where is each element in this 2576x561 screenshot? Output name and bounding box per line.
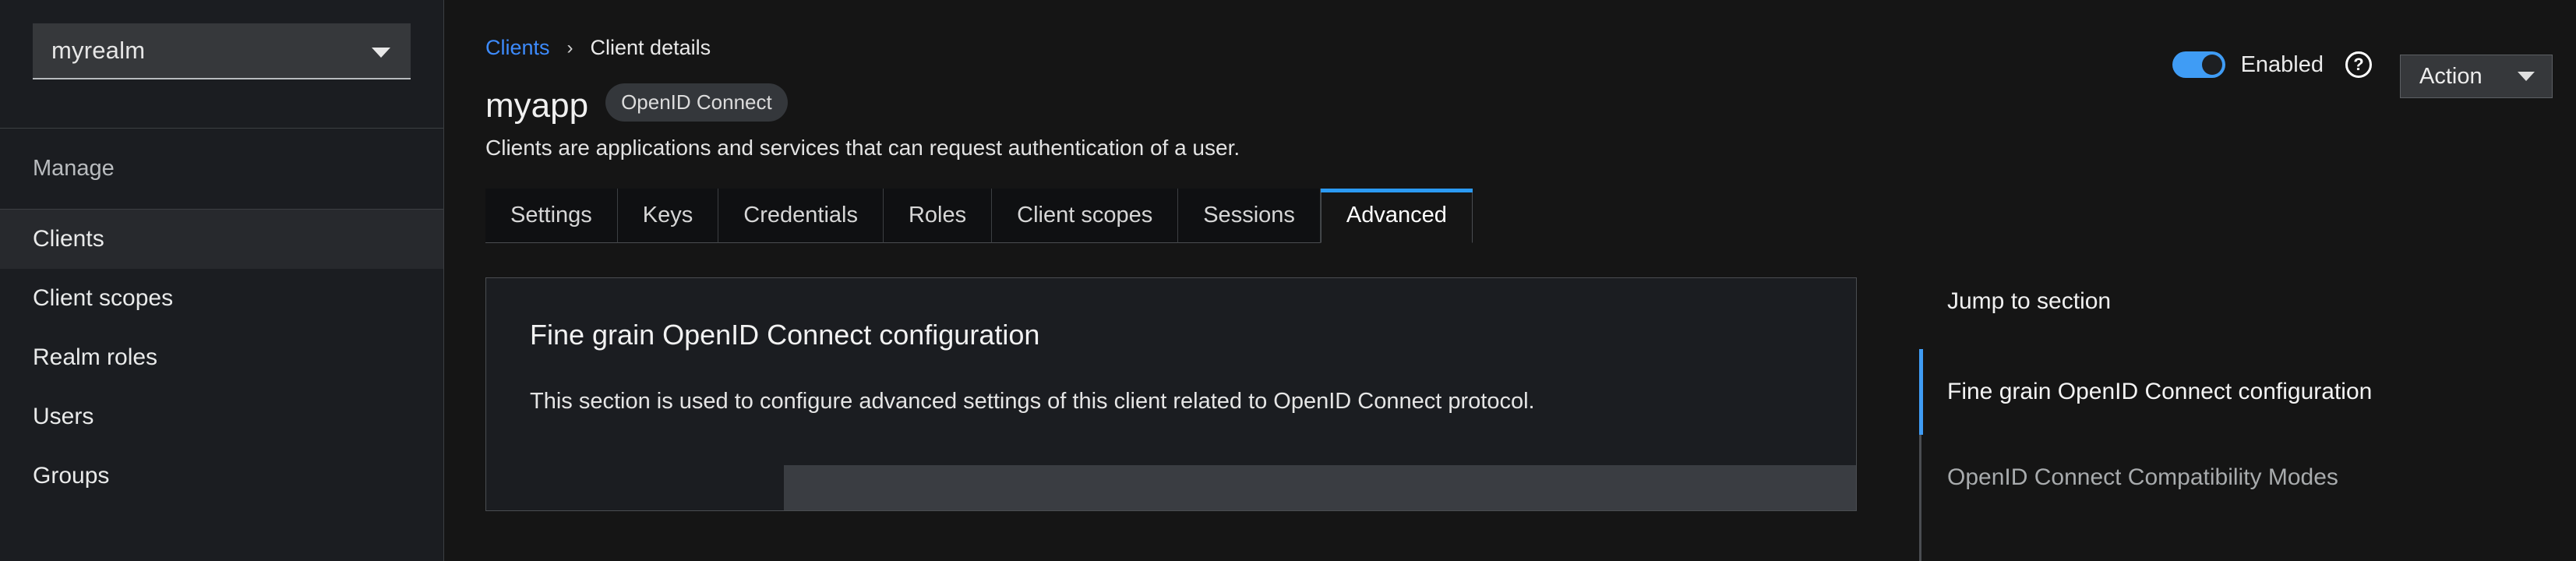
sidebar-item-label: Clients (33, 226, 104, 252)
card-description: This section is used to configure advanc… (530, 389, 1812, 415)
tab-roles[interactable]: Roles (884, 189, 992, 243)
realm-selector[interactable]: myrealm (33, 23, 411, 79)
breadcrumb-current: Client details (591, 36, 711, 60)
sidebar-item-realm-roles[interactable]: Realm roles (0, 328, 443, 387)
sidebar-item-users[interactable]: Users (0, 387, 443, 446)
sidebar-nav-list: Clients Client scopes Realm roles Users … (0, 210, 443, 506)
caret-down-icon (2518, 72, 2535, 81)
jump-to-section-list: Fine grain OpenID Connect configuration … (1919, 349, 2558, 520)
breadcrumb-separator-icon: › (567, 37, 573, 59)
sidebar-group-title: Manage (0, 129, 443, 210)
realm-selector-value: myrealm (51, 37, 145, 65)
enabled-toggle[interactable] (2172, 51, 2225, 78)
action-dropdown-label: Action (2419, 64, 2482, 90)
sidebar-item-label: Client scopes (33, 285, 173, 312)
tab-label: Credentials (743, 203, 858, 228)
content-row: Fine grain OpenID Connect configuration … (485, 277, 2576, 511)
jump-item-label: Fine grain OpenID Connect configuration (1947, 379, 2372, 405)
action-dropdown-button[interactable]: Action (2400, 55, 2553, 98)
app-root: myrealm Manage Clients Client scopes Rea… (0, 0, 2576, 561)
tab-keys[interactable]: Keys (618, 189, 718, 243)
tab-label: Advanced (1346, 203, 1447, 228)
page-subtitle: Clients are applications and services th… (444, 123, 2576, 161)
jump-item-fine-grain[interactable]: Fine grain OpenID Connect configuration (1947, 349, 2558, 435)
toggle-knob (2202, 55, 2222, 75)
tab-settings[interactable]: Settings (485, 189, 618, 243)
tab-label: Sessions (1203, 203, 1295, 228)
header-controls: Enabled ? Action (2172, 31, 2553, 98)
sidebar-item-clients[interactable]: Clients (0, 210, 443, 269)
sidebar-item-label: Groups (33, 463, 109, 489)
tab-client-scopes[interactable]: Client scopes (992, 189, 1178, 243)
fine-grain-config-card: Fine grain OpenID Connect configuration … (485, 277, 1857, 511)
realm-selector-wrapper: myrealm (0, 0, 443, 79)
main-content: Clients › Client details myapp OpenID Co… (444, 0, 2576, 561)
tab-sessions[interactable]: Sessions (1178, 189, 1321, 243)
tab-label: Roles (909, 203, 966, 228)
page-title: myapp (485, 89, 588, 123)
sidebar-item-label: Realm roles (33, 344, 157, 371)
config-input-field[interactable] (784, 465, 1856, 511)
help-circle-icon[interactable]: ? (2345, 51, 2372, 78)
jump-item-label: OpenID Connect Compatibility Modes (1947, 464, 2338, 491)
sidebar-item-groups[interactable]: Groups (0, 446, 443, 506)
breadcrumb-link-clients[interactable]: Clients (485, 36, 550, 60)
sidebar-item-label: Users (33, 404, 94, 430)
jump-to-section-nav: Jump to section Fine grain OpenID Connec… (1919, 277, 2558, 511)
enabled-toggle-label: Enabled (2241, 52, 2324, 78)
tab-label: Client scopes (1017, 203, 1152, 228)
jump-item-compatibility-modes[interactable]: OpenID Connect Compatibility Modes (1947, 435, 2558, 520)
sidebar: myrealm Manage Clients Client scopes Rea… (0, 0, 444, 561)
tab-credentials[interactable]: Credentials (718, 189, 884, 243)
tab-label: Keys (643, 203, 693, 228)
protocol-badge: OpenID Connect (605, 83, 788, 122)
card-title: Fine grain OpenID Connect configuration (530, 319, 1812, 351)
sidebar-item-client-scopes[interactable]: Client scopes (0, 269, 443, 328)
tab-label: Settings (510, 203, 592, 228)
tab-advanced[interactable]: Advanced (1321, 189, 1473, 243)
client-detail-tabs: Settings Keys Credentials Roles Client s… (485, 189, 2576, 243)
jump-to-section-title: Jump to section (1919, 288, 2558, 315)
chevron-down-icon (372, 48, 390, 58)
